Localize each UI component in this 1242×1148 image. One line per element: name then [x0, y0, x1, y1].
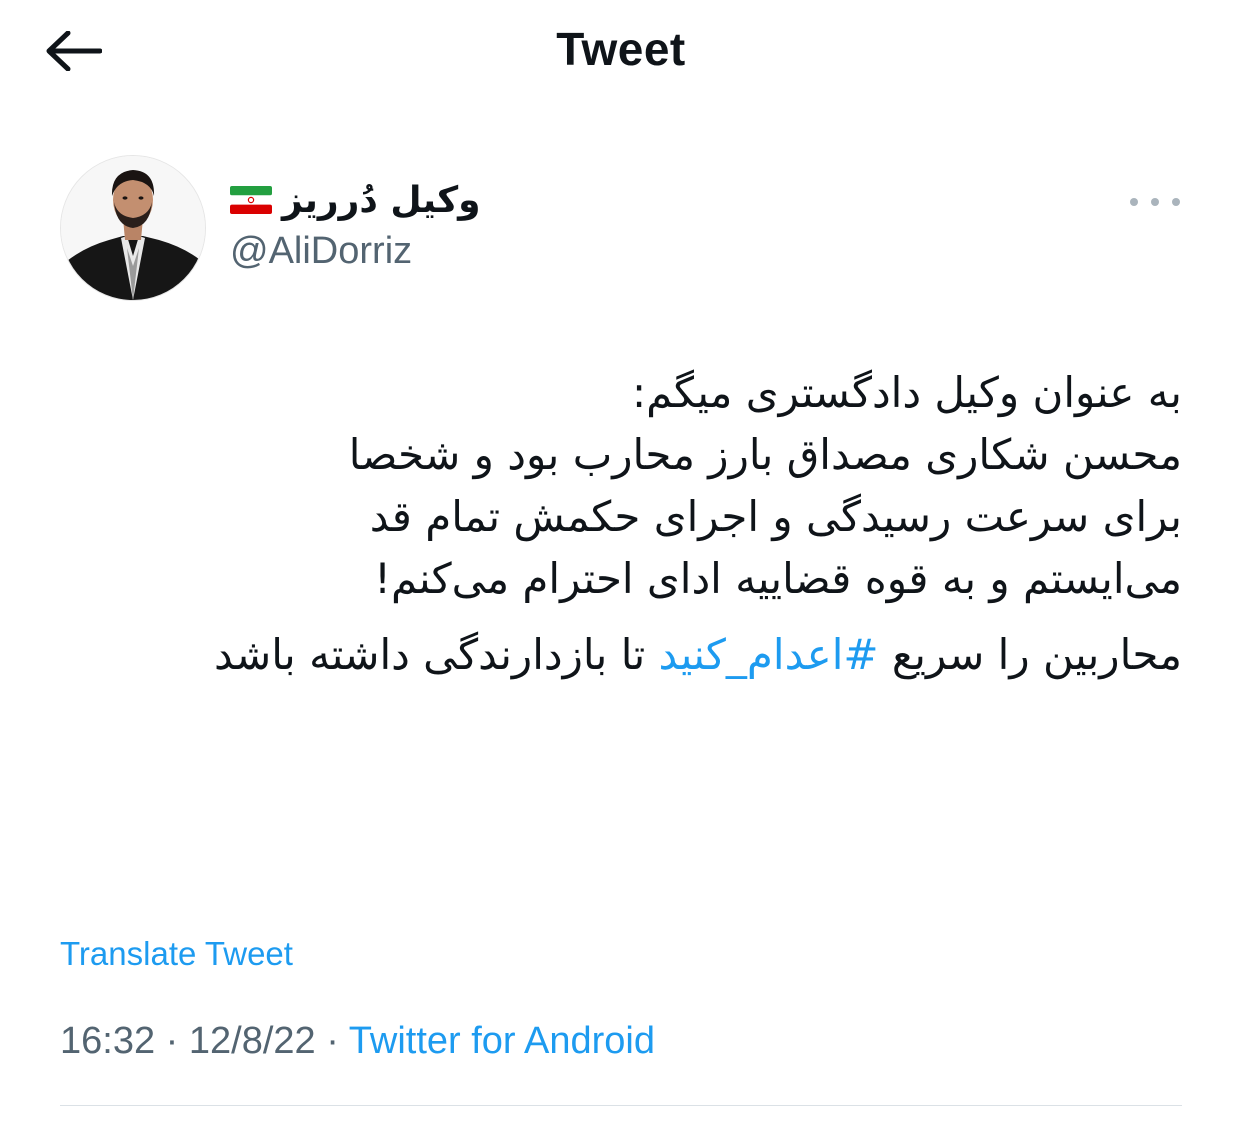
tweet-line: محسن شکاری مصداق بارز محارب بود و شخصا	[348, 430, 1182, 479]
author-block[interactable]: وکیل دُرریز @AliDorriz	[230, 172, 630, 282]
more-options-button[interactable]	[1130, 188, 1180, 216]
tweet-source-link[interactable]: Twitter for Android	[349, 1020, 655, 1062]
ellipsis-icon-dot	[1172, 198, 1180, 206]
ellipsis-icon-dot	[1151, 198, 1159, 206]
profile-photo	[61, 156, 205, 300]
tweet-text-segment: تا بازدارندگی داشته باشد	[214, 630, 659, 679]
page-title: Tweet	[556, 23, 686, 75]
tweet-time[interactable]: 16:32	[60, 1020, 155, 1062]
hashtag-link[interactable]: #اعدام_کنید	[659, 630, 879, 679]
tweet-paragraph-2: محاربین را سریع #اعدام_کنید تا بازدارندگ…	[60, 624, 1182, 686]
display-name-row: وکیل دُرریز	[230, 172, 481, 228]
tweet-line: به عنوان وکیل دادگستری میگم:	[631, 368, 1182, 417]
avatar[interactable]	[60, 155, 206, 301]
tweet-line: می‌ایستم و به قوه قضاییه ادای احترام می‌…	[374, 554, 1182, 603]
tweet-paragraph-1: به عنوان وکیل دادگستری میگم: محسن شکاری …	[60, 362, 1182, 610]
tweet-date[interactable]: 12/8/22	[189, 1020, 316, 1062]
translate-tweet-link[interactable]: Translate Tweet	[60, 935, 293, 973]
divider	[60, 1105, 1182, 1106]
tweet-text: به عنوان وکیل دادگستری میگم: محسن شکاری …	[60, 362, 1182, 686]
tweet-metadata: 16:32 · 12/8/22 · Twitter for Android	[60, 1020, 655, 1063]
user-handle: @AliDorriz	[230, 230, 413, 272]
iran-flag-icon	[230, 186, 272, 214]
tweet-text-segment: محاربین را سریع	[878, 630, 1182, 679]
ellipsis-icon-dot	[1130, 198, 1138, 206]
display-name: وکیل دُرریز	[282, 179, 481, 221]
separator: ·	[155, 1020, 189, 1062]
tweet-line: برای سرعت رسیدگی و اجرای حکمش تمام قد	[369, 492, 1182, 541]
separator: ·	[315, 1020, 349, 1062]
top-bar: Tweet	[0, 0, 1242, 100]
